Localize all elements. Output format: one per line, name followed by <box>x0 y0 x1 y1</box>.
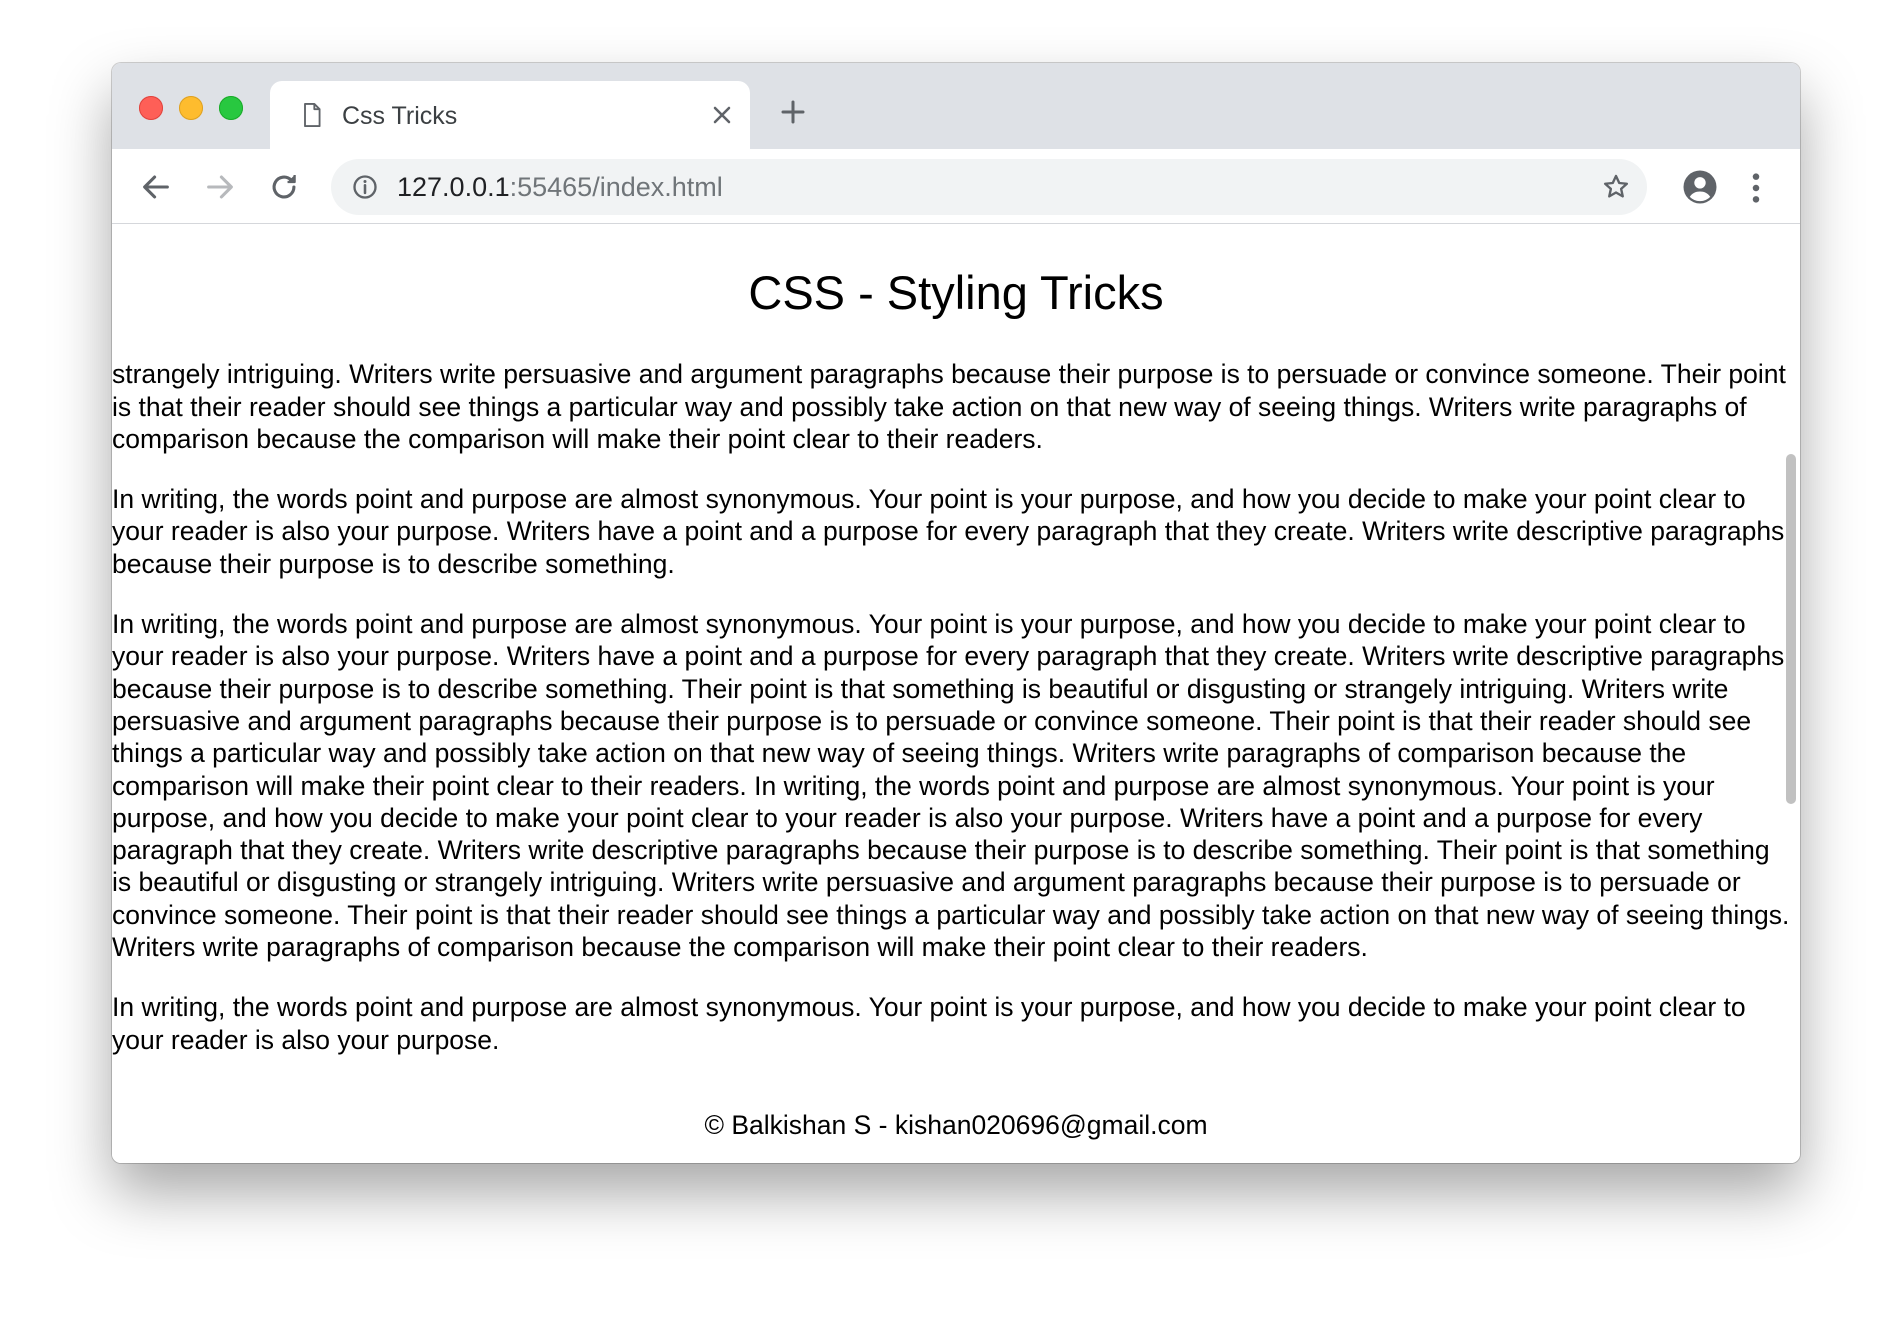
star-icon[interactable] <box>1601 172 1631 202</box>
address-bar[interactable]: 127.0.0.1:55465/index.html <box>331 159 1647 215</box>
paragraph: In writing, the words point and purpose … <box>112 484 1785 579</box>
arrow-left-icon[interactable] <box>139 170 173 204</box>
paragraph: Writers write descriptive paragraphs bec… <box>112 360 1786 454</box>
paragraph: In writing, the words point and purpose … <box>112 992 1746 1055</box>
close-icon[interactable] <box>708 101 736 129</box>
window-maximize-button[interactable] <box>219 96 243 120</box>
scrollbar-thumb[interactable] <box>1786 454 1796 804</box>
info-icon[interactable] <box>351 173 379 201</box>
paragraph: In writing, the words point and purpose … <box>112 609 1790 963</box>
tab-title: Css Tricks <box>342 102 458 130</box>
page-viewport: CSS - Styling Tricks Writers write descr… <box>112 224 1800 1163</box>
window-close-button[interactable] <box>139 96 163 120</box>
page-title: CSS - Styling Tricks <box>748 266 1164 319</box>
url-host: 127.0.0.1 <box>397 172 510 202</box>
url-text[interactable]: 127.0.0.1:55465/index.html <box>397 172 723 202</box>
browser-tab[interactable]: Css Tricks <box>270 81 750 149</box>
reload-icon[interactable] <box>267 170 301 204</box>
scrollable-content[interactable]: Writers write descriptive paragraphs bec… <box>112 360 1792 1060</box>
account-circle-icon[interactable] <box>1682 169 1718 205</box>
content-inner: Writers write descriptive paragraphs bec… <box>112 360 1792 1060</box>
arrow-right-icon[interactable] <box>203 170 237 204</box>
url-path: :55465/index.html <box>509 172 723 202</box>
tab-strip: Css Tricks <box>112 63 1800 149</box>
more-vertical-icon[interactable] <box>1746 171 1766 205</box>
document-icon <box>304 102 321 128</box>
browser-toolbar: 127.0.0.1:55465/index.html <box>112 149 1800 224</box>
window-minimize-button[interactable] <box>179 96 203 120</box>
plus-icon[interactable] <box>778 97 808 127</box>
browser-window: Css Tricks 127.0.0.1:55465/index.html CS… <box>112 63 1800 1163</box>
page-footer: © Balkishan S - kishan020696@gmail.com <box>704 1110 1208 1140</box>
